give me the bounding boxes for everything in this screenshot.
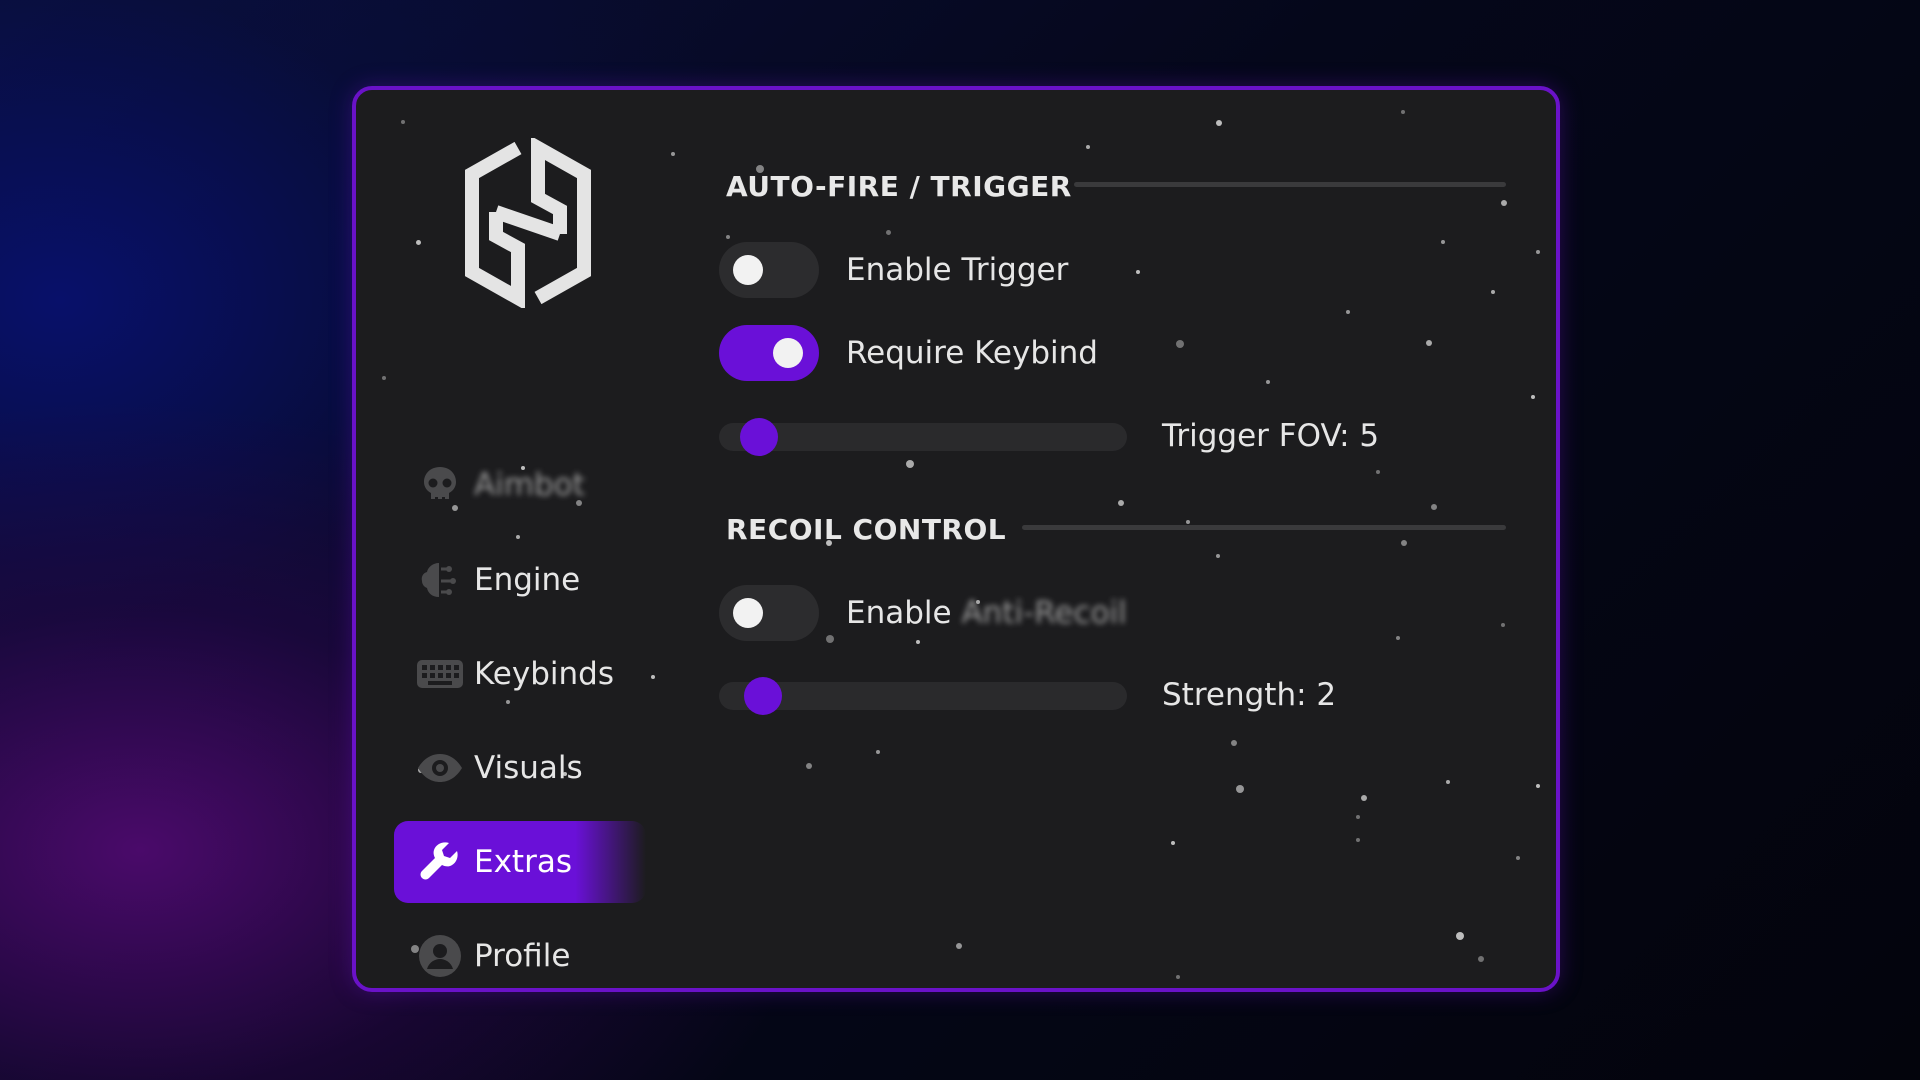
particle-dot [1401,540,1407,546]
enable-anti-recoil-label: Enable Anti-Recoil [846,595,1127,631]
particle-dot [1456,932,1464,940]
sidebar-item-profile[interactable]: Profile [394,915,646,988]
particle-dot [1231,740,1237,746]
particle-dot [916,640,920,644]
sidebar-item-label: Keybinds [474,656,614,692]
wrench-icon [416,838,464,886]
particle-dot [1441,240,1445,244]
sidebar-item-label: Engine [474,562,581,598]
particle-dot [1171,841,1175,845]
particle-dot [1361,795,1367,801]
particle-dot [671,152,675,156]
particle-dot [1346,310,1350,314]
recoil-strength-slider[interactable] [719,676,1127,716]
particle-dot [1356,815,1360,819]
particle-dot [1356,838,1360,842]
hexagon-logo-icon [465,138,591,308]
particle-dot [826,635,834,643]
enable-trigger-toggle[interactable] [719,242,819,298]
particle-dot [1446,780,1450,784]
section-divider [1074,182,1506,187]
slider-thumb[interactable] [739,418,778,456]
particle-dot [1216,554,1220,558]
trigger-fov-value: Trigger FOV: 5 [1162,418,1380,454]
particle-dot [906,460,914,468]
particle-dot [416,240,421,245]
require-keybind-label: Require Keybind [846,335,1098,371]
particle-dot [1536,250,1540,254]
particle-dot [1186,520,1190,524]
particle-dot [726,235,730,239]
particle-dot [886,230,891,235]
particle-dot [1491,290,1495,294]
particle-dot [1216,120,1222,126]
sidebar-item-aimbot[interactable]: Aimbot [394,444,646,526]
particle-dot [1176,975,1180,979]
section-divider [1022,525,1506,530]
enable-prefix: Enable [846,595,952,631]
particle-dot [382,376,386,380]
particle-dot [1426,340,1432,346]
sidebar-item-extras[interactable]: Extras [394,821,646,903]
section-title-trigger: AUTO-FIRE / TRIGGER [726,170,1072,203]
particle-dot [806,763,812,769]
settings-panel: Aimbot Engine Keybinds Visuals Extras Pr… [352,86,1560,992]
sidebar-item-visuals[interactable]: Visuals [394,727,646,809]
sidebar-item-keybinds[interactable]: Keybinds [394,633,646,715]
recoil-strength-value: Strength: 2 [1162,677,1337,713]
particle-dot [1536,784,1540,788]
particle-dot [956,943,962,949]
particle-dot [1478,956,1484,962]
particle-dot [1376,470,1380,474]
skull-icon [416,461,464,509]
particle-dot [401,120,405,124]
sidebar-item-label: Extras [474,844,572,880]
eye-icon [416,744,464,792]
particle-dot [1501,200,1507,206]
user-icon [416,932,464,980]
particle-dot [1176,340,1184,348]
particle-dot [1266,380,1270,384]
brain-icon [416,556,464,604]
particle-dot [1236,785,1244,793]
particle-dot [1401,110,1405,114]
sidebar-item-label: Profile [474,938,571,974]
keyboard-icon [416,650,464,698]
particle-dot [651,675,655,679]
section-title-recoil: RECOIL CONTROL [726,513,1007,546]
sidebar-item-label: Visuals [474,750,583,786]
particle-dot [1501,623,1505,627]
enable-trigger-label: Enable Trigger [846,252,1069,288]
particle-dot [1396,636,1400,640]
trigger-fov-slider[interactable] [719,417,1127,457]
sidebar-item-label: Aimbot [474,467,585,503]
particle-dot [1531,395,1535,399]
particle-dot [1431,504,1437,510]
particle-dot [1136,270,1140,274]
redacted-text: Anti-Recoil [961,595,1127,631]
particle-dot [1118,500,1124,506]
sidebar-item-engine[interactable]: Engine [394,539,646,621]
particle-dot [1086,145,1090,149]
enable-anti-recoil-toggle[interactable] [719,585,819,641]
require-keybind-toggle[interactable] [719,325,819,381]
particle-dot [876,750,880,754]
particle-dot [656,990,660,992]
particle-dot [1516,856,1520,860]
